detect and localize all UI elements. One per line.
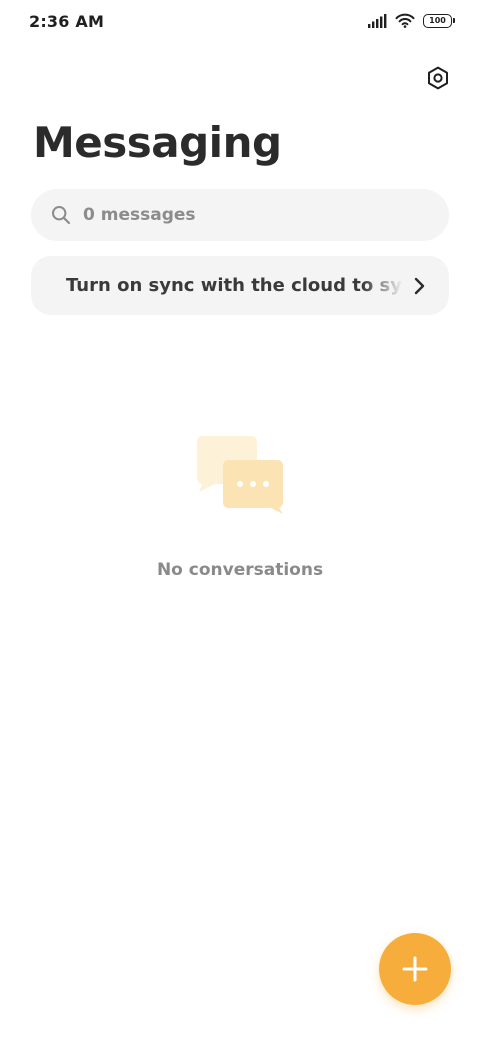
sync-banner-text: Turn on sync with the cloud to sync xyxy=(66,275,403,296)
settings-button[interactable] xyxy=(426,66,450,90)
search-icon xyxy=(51,205,71,225)
signal-icon xyxy=(368,13,387,28)
search-placeholder: 0 messages xyxy=(83,205,196,225)
search-input[interactable]: 0 messages xyxy=(31,189,449,241)
page-title: Messaging xyxy=(33,118,282,167)
battery-icon: 100 xyxy=(423,13,455,28)
settings-hexagon-icon xyxy=(428,66,448,90)
empty-state-text: No conversations xyxy=(156,560,324,580)
wifi-icon xyxy=(395,13,415,28)
plus-icon xyxy=(402,956,428,982)
chat-bubbles-icon xyxy=(197,436,283,514)
status-bar: 2:36 AM 100 xyxy=(0,0,480,44)
sync-banner[interactable]: Turn on sync with the cloud to sync xyxy=(31,256,449,315)
battery-level: 100 xyxy=(429,15,446,25)
new-conversation-button[interactable] xyxy=(379,933,451,1005)
chevron-right-icon xyxy=(411,276,427,296)
status-time: 2:36 AM xyxy=(29,12,105,31)
status-icons: 100 xyxy=(367,13,455,28)
